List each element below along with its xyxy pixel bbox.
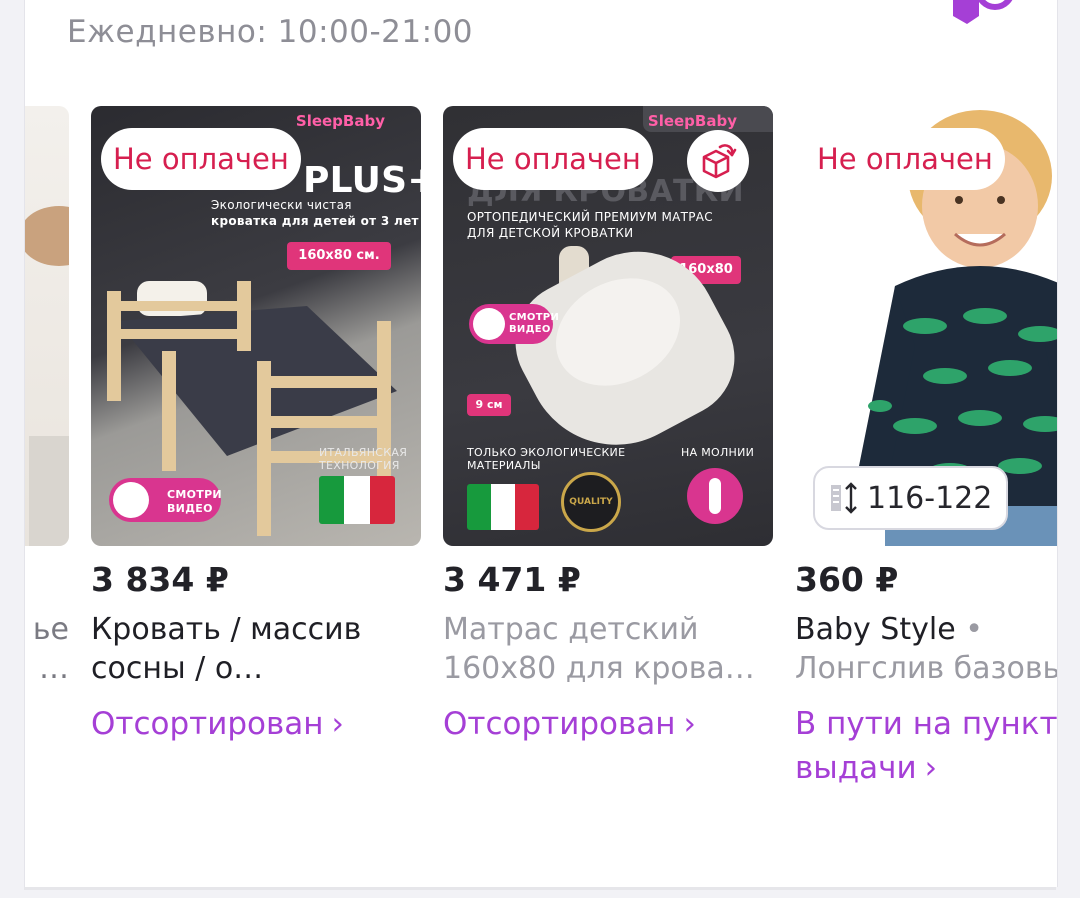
product-image[interactable]: SleepBaby ДЛЯ КРОВАТКИ ОРТОПЕДИЧЕСКИЙ ПР…	[443, 106, 773, 546]
chevron-right-icon: ›	[683, 706, 696, 742]
products-carousel[interactable]: ье … SleepBaby PLUS+ Экологически чистая…	[25, 106, 1057, 806]
unpaid-badge: Не оплачен	[101, 128, 301, 190]
size-chip: 116-122	[813, 466, 1009, 530]
order-status-link[interactable]: Отсортирован ›	[91, 702, 421, 746]
product-price: 360 ₽	[795, 560, 899, 599]
product-card-partial[interactable]: ье …	[25, 106, 69, 688]
unpaid-badge: Не оплачен	[805, 128, 1005, 190]
section-divider	[24, 887, 1056, 890]
product-title: ье …	[32, 612, 69, 686]
product-title: Матрас детский 160x80 для крова…	[443, 612, 755, 686]
return-box-icon[interactable]	[687, 130, 749, 192]
product-title: Baby Style • Лонгслив базовый	[795, 612, 1057, 686]
pickup-hours: Ежедневно: 10:00-21:00	[67, 14, 474, 50]
order-status-link[interactable]: Отсортирован ›	[443, 702, 773, 746]
product-card-bed[interactable]: SleepBaby PLUS+ Экологически чистая кров…	[91, 106, 421, 746]
product-image[interactable]	[25, 106, 69, 546]
product-price: 3 834 ₽	[91, 560, 229, 599]
product-image[interactable]: SleepBaby PLUS+ Экологически чистая кров…	[91, 106, 421, 546]
height-arrows-icon	[831, 482, 857, 514]
order-status-link[interactable]: В пути на пункт выдачи ›	[795, 702, 1057, 790]
order-card: Ежедневно: 10:00-21:00 ье … SleepBaby PL…	[24, 0, 1058, 887]
product-card-longsleeve[interactable]: Не оплачен 116-122 360 ₽ Baby Style • Ло…	[795, 106, 1057, 790]
product-price: 3 471 ₽	[443, 560, 581, 599]
map-compass-icon[interactable]	[949, 0, 1013, 30]
chevron-right-icon: ›	[924, 750, 938, 786]
product-card-mattress[interactable]: SleepBaby ДЛЯ КРОВАТКИ ОРТОПЕДИЧЕСКИЙ ПР…	[443, 106, 773, 746]
product-brand: Baby Style	[795, 612, 956, 647]
product-image[interactable]: Не оплачен 116-122	[795, 106, 1057, 546]
chevron-right-icon: ›	[331, 706, 344, 742]
unpaid-badge: Не оплачен	[453, 128, 653, 190]
product-title: Кровать / массив сосны / о…	[91, 612, 362, 686]
